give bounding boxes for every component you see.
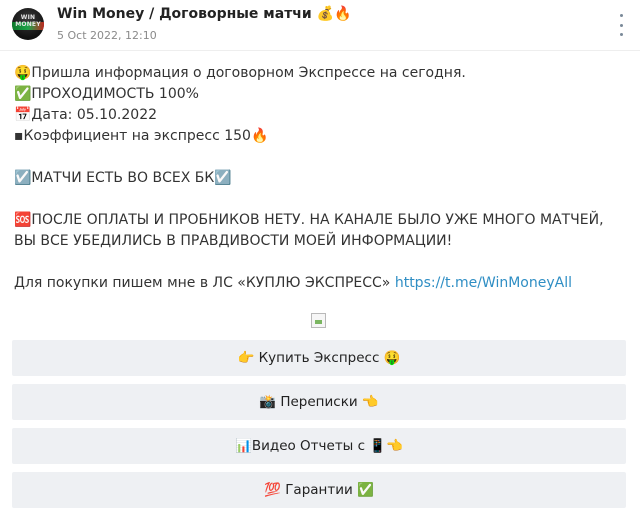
video-reports-button[interactable]: 📊Видео Отчеты с 📱👈 bbox=[12, 428, 626, 464]
post-line-warning: 🆘ПОСЛЕ ОПЛАТЫ И ПРОБНИКОВ НЕТУ. НА КАНАЛ… bbox=[14, 212, 604, 249]
post-line-purchase: Для покупки пишем мне в ЛС «КУПЛЮ ЭКСПРЕ… bbox=[14, 273, 626, 294]
post-timestamp: 5 Oct 2022, 12:10 bbox=[57, 29, 157, 42]
channel-link[interactable]: https://t.me/WinMoneyAll bbox=[395, 275, 572, 291]
broken-image-icon[interactable] bbox=[311, 313, 326, 328]
guarantees-button[interactable]: 💯 Гарантии ✅ bbox=[12, 472, 626, 508]
header-divider bbox=[0, 50, 640, 51]
post-header: WIN MONEY Win Money / Договорные матчи 💰… bbox=[0, 0, 640, 50]
correspondence-button[interactable]: 📸 Переписки 👈 bbox=[12, 384, 626, 420]
post-line-odds: ▪Коэффициент на экспресс 150🔥 bbox=[14, 128, 269, 144]
post-line-bookmakers: ☑️МАТЧИ ЕСТЬ ВО ВСЕХ БК☑️ bbox=[14, 170, 232, 186]
channel-name[interactable]: Win Money / Договорные матчи 💰🔥 bbox=[57, 6, 351, 22]
channel-avatar[interactable]: WIN MONEY bbox=[12, 8, 44, 40]
avatar-logo-text: WIN MONEY bbox=[15, 14, 41, 28]
purchase-text: Для покупки пишем мне в ЛС «КУПЛЮ ЭКСПРЕ… bbox=[14, 275, 395, 291]
buy-express-button[interactable]: 👉 Купить Экспресс 🤑 bbox=[12, 340, 626, 376]
post-body: 🤑Пришла информация о договорном Экспресс… bbox=[14, 63, 626, 294]
post-line-date: 📅Дата: 05.10.2022 bbox=[14, 107, 158, 123]
post-line-pass-rate: ✅ПРОХОДИМОСТЬ 100% bbox=[14, 86, 199, 102]
post-line-info: 🤑Пришла информация о договорном Экспресс… bbox=[14, 65, 466, 81]
more-options-icon[interactable] bbox=[616, 14, 626, 36]
